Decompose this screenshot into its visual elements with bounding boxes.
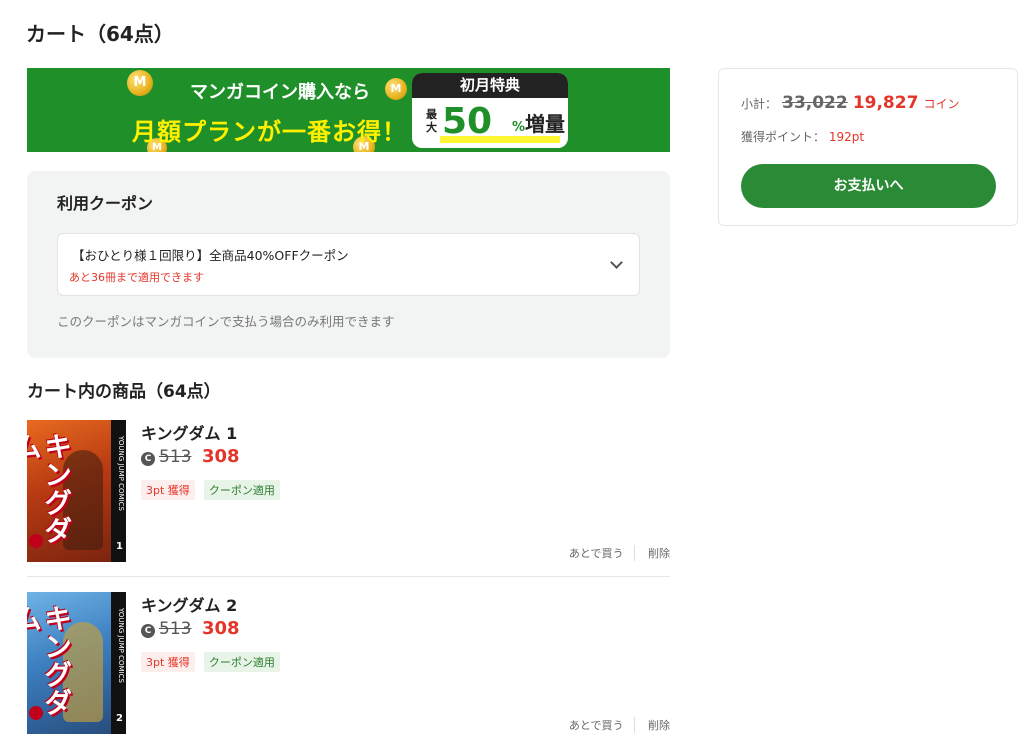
cover-stamp — [29, 706, 43, 720]
coupon-tag: クーポン適用 — [203, 652, 280, 672]
subtotal-old: 33,022 — [782, 93, 848, 113]
cover-spine-text: YOUNG JUMP COMICS — [117, 608, 125, 683]
buy-later-link[interactable]: あとで買う — [569, 717, 635, 733]
coin-icon: C — [141, 452, 155, 466]
points-tag: 3pt 獲得 — [141, 652, 195, 672]
checkout-button[interactable]: お支払いへ — [741, 164, 996, 208]
new-price: 308 — [202, 446, 240, 467]
cover-spine-text: YOUNG JUMP COMICS — [117, 436, 125, 511]
points-row: 獲得ポイント： 192pt — [741, 128, 864, 145]
cover-stamp — [29, 534, 43, 548]
badge-pct: % — [512, 120, 526, 135]
banner-line2: 月額プランが一番お得！ — [132, 118, 407, 146]
chevron-down-icon — [610, 256, 623, 269]
coin-icon: M — [385, 78, 407, 100]
book-cover[interactable]: キングダム YOUNG JUMP COMICS 1 — [27, 420, 126, 562]
book-cover[interactable]: キングダム YOUNG JUMP COMICS 2 — [27, 592, 126, 734]
subtotal-unit: コイン — [923, 97, 960, 111]
coupon-selected: 【おひとり様１回限り】全商品40%OFFクーポン — [72, 248, 349, 263]
item-tags: 3pt 獲得 クーポン適用 — [141, 479, 284, 500]
points-label: 獲得ポイント： — [741, 130, 826, 144]
badge-head: 初月特典 — [412, 73, 568, 98]
old-price: 513 — [159, 619, 192, 639]
subtotal-row: 小計： 33,022 19,827 コイン — [741, 93, 960, 113]
badge-word: 増量 — [525, 112, 565, 136]
item-tags: 3pt 獲得 クーポン適用 — [141, 651, 284, 672]
subtotal-new: 19,827 — [852, 93, 919, 113]
coin-icon: C — [141, 624, 155, 638]
coupon-remaining: あと36冊まで適用できます — [69, 271, 204, 284]
new-price: 308 — [202, 618, 240, 639]
cover-volume: 2 — [116, 713, 123, 724]
old-price: 513 — [159, 447, 192, 467]
points-tag: 3pt 獲得 — [141, 480, 195, 500]
coin-icon: M — [127, 70, 153, 96]
delete-link[interactable]: 削除 — [638, 717, 670, 733]
coupon-tag: クーポン適用 — [203, 480, 280, 500]
promo-banner[interactable]: M M M M マンガコイン購入なら 月額プランが一番お得！ 初月特典 最大 5… — [27, 68, 670, 152]
points-value: 192pt — [828, 130, 865, 144]
items-section-title: カート内の商品（64点） — [27, 382, 221, 402]
banner-badge: 初月特典 最大 50 % 増量 — [412, 73, 568, 148]
item-actions: あとで買う 削除 — [569, 545, 670, 561]
coupon-title: 利用クーポン — [57, 194, 154, 213]
page-title: カート（64点） — [26, 22, 174, 46]
cart-item: キングダム YOUNG JUMP COMICS 1 キングダム 1 C 513 … — [27, 420, 670, 577]
item-title[interactable]: キングダム 2 — [141, 592, 237, 616]
buy-later-link[interactable]: あとで買う — [569, 545, 635, 561]
coupon-panel: 利用クーポン 【おひとり様１回限り】全商品40%OFFクーポン あと36冊まで適… — [27, 171, 670, 358]
item-title[interactable]: キングダム 1 — [141, 420, 237, 444]
coupon-select[interactable]: 【おひとり様１回限り】全商品40%OFFクーポン あと36冊まで適用できます — [57, 233, 640, 296]
banner-line1: マンガコイン購入なら — [190, 82, 370, 103]
delete-link[interactable]: 削除 — [638, 545, 670, 561]
subtotal-label: 小計： — [741, 97, 778, 111]
badge-big: 50 — [442, 101, 493, 142]
cover-volume: 1 — [116, 541, 123, 552]
coupon-note: このクーポンはマンガコインで支払う場合のみ利用できます — [57, 314, 395, 329]
cart-item: キングダム YOUNG JUMP COMICS 2 キングダム 2 C 513 … — [27, 592, 670, 747]
badge-small: 最大 — [426, 108, 437, 134]
order-summary: 小計： 33,022 19,827 コイン 獲得ポイント： 192pt お支払い… — [718, 68, 1018, 226]
item-actions: あとで買う 削除 — [569, 717, 670, 733]
